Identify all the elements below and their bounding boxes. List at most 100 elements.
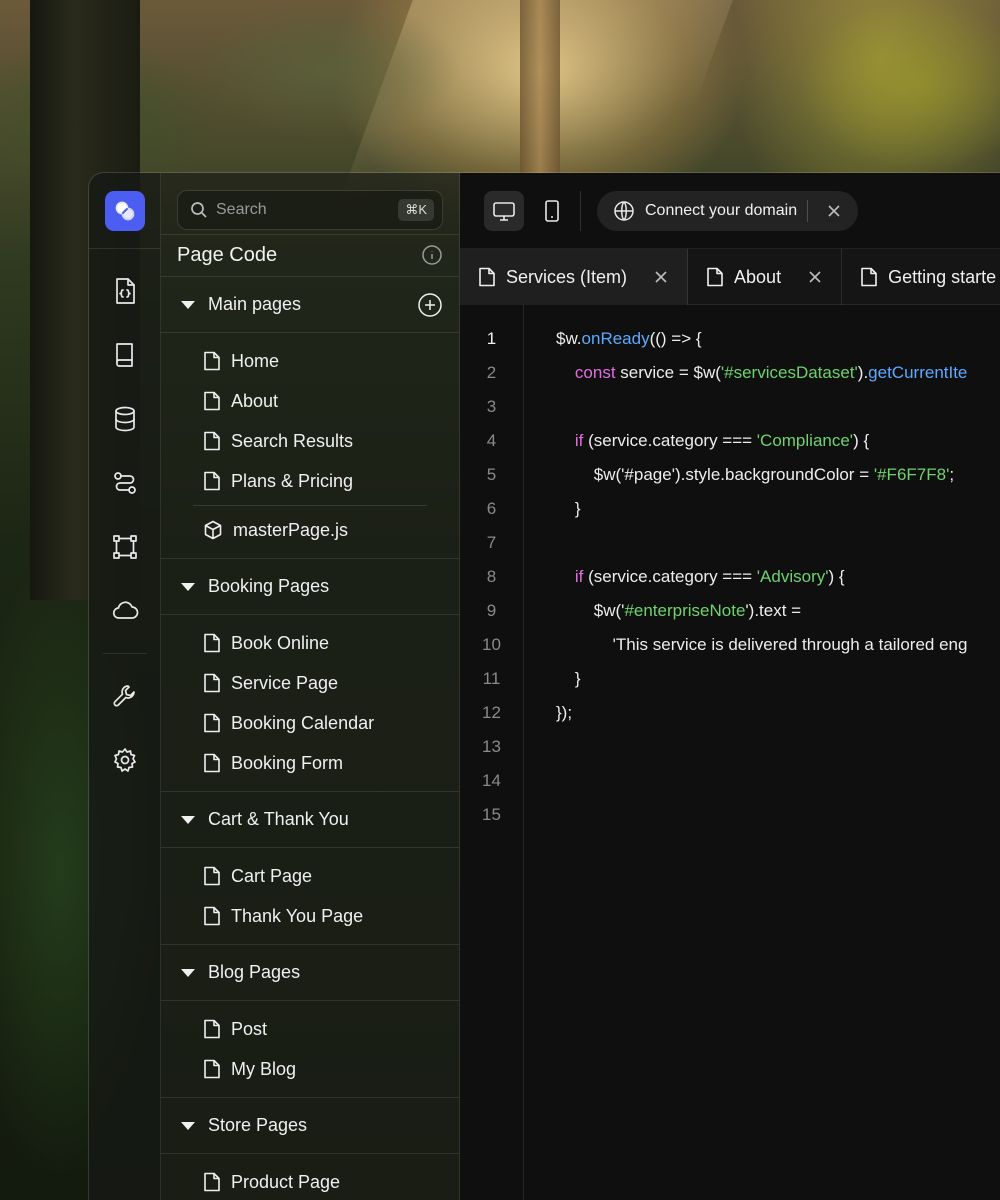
pill-divider bbox=[807, 199, 809, 222]
database-button[interactable] bbox=[103, 397, 147, 441]
page-icon bbox=[479, 267, 495, 287]
page-icon bbox=[204, 673, 220, 693]
editor-tabs: Services (Item) About Getting starte bbox=[460, 249, 1000, 305]
page-item-label: Booking Form bbox=[231, 752, 344, 773]
page-code-button[interactable] bbox=[103, 269, 147, 313]
page-item[interactable]: Cart Page bbox=[161, 856, 459, 896]
selection-button[interactable] bbox=[103, 525, 147, 569]
page-icon bbox=[204, 471, 220, 491]
page-item-label: Search Results bbox=[231, 430, 354, 451]
page-icon bbox=[204, 713, 220, 733]
group-header[interactable]: Store Pages bbox=[161, 1098, 459, 1154]
app-logo[interactable] bbox=[104, 190, 145, 231]
item-divider bbox=[193, 505, 427, 506]
rail-nav bbox=[102, 249, 147, 802]
page-item-label: Post bbox=[231, 1018, 268, 1039]
connect-domain-link[interactable]: Connect your domain bbox=[645, 202, 797, 220]
tools-button[interactable] bbox=[103, 674, 147, 718]
search-input[interactable]: Search ⌘K bbox=[177, 190, 443, 230]
settings-button[interactable] bbox=[103, 738, 147, 782]
page-item[interactable]: Service Page bbox=[161, 663, 459, 703]
page-item-label: My Blog bbox=[231, 1058, 297, 1079]
page-item-label: Book Online bbox=[231, 632, 330, 653]
line-number: 7 bbox=[486, 533, 497, 552]
app-window: Search ⌘K Page Code Main pages Home About S… bbox=[88, 172, 1000, 1200]
tree-trunk bbox=[520, 0, 560, 175]
caret-down-icon bbox=[181, 582, 195, 591]
group-items: Book Online Service Page Booking Calendar B… bbox=[161, 615, 459, 792]
close-icon bbox=[809, 271, 821, 283]
foliage bbox=[200, 0, 460, 140]
code-line: } bbox=[556, 662, 1000, 696]
page-item-label: Booking Calendar bbox=[231, 712, 375, 733]
group-header[interactable]: Blog Pages bbox=[161, 945, 459, 1001]
group-items: Post My Blog bbox=[161, 1001, 459, 1098]
code-token: }); bbox=[556, 703, 573, 722]
code-content[interactable]: $w.onReady(() => { const service = $w('#… bbox=[524, 305, 1000, 1200]
search-icon bbox=[190, 201, 208, 219]
mobile-view-button[interactable] bbox=[532, 191, 572, 231]
page-icon bbox=[204, 633, 220, 653]
line-number: 15 bbox=[482, 805, 501, 824]
group-header[interactable]: Booking Pages bbox=[161, 559, 459, 615]
code-line: $w.onReady(() => { bbox=[556, 322, 1000, 356]
connect-domain-pill: Connect your domain bbox=[597, 190, 859, 231]
page-item[interactable]: Booking Calendar bbox=[161, 703, 459, 743]
code-token: } bbox=[556, 669, 581, 688]
flow-icon bbox=[113, 472, 136, 494]
docs-button[interactable] bbox=[103, 333, 147, 377]
page-icon bbox=[204, 1172, 220, 1192]
page-item[interactable]: Home bbox=[161, 341, 459, 381]
code-area[interactable]: 1 2 3 4 5 6 7 8 9 10 11 12 13 14 15 $w.onReady(() => {… bbox=[460, 305, 1000, 1200]
code-token: $w(' bbox=[556, 601, 625, 620]
page-item[interactable]: Booking Form bbox=[161, 743, 459, 783]
desktop-view-button[interactable] bbox=[484, 190, 524, 231]
automations-button[interactable] bbox=[103, 461, 147, 505]
info-icon[interactable] bbox=[421, 244, 443, 266]
cube-icon bbox=[204, 520, 222, 540]
mobile-icon bbox=[545, 199, 559, 222]
group-header[interactable]: Main pages bbox=[161, 277, 459, 333]
page-item[interactable]: About bbox=[161, 381, 459, 421]
logo-icon bbox=[115, 201, 134, 220]
code-token: 'This service is delivered through a tai… bbox=[556, 635, 968, 654]
page-item[interactable]: Post bbox=[161, 1009, 459, 1049]
caret-down-icon bbox=[181, 300, 195, 309]
close-tab-button[interactable] bbox=[653, 269, 669, 285]
line-number: 14 bbox=[482, 771, 501, 790]
code-token: 'Advisory' bbox=[756, 567, 829, 586]
editor-toolbar: Connect your domain bbox=[460, 173, 1000, 249]
close-tab-button[interactable] bbox=[807, 269, 823, 285]
line-number: 13 bbox=[482, 737, 501, 756]
page-item-label: Plans & Pricing bbox=[231, 470, 354, 491]
code-token: ; bbox=[949, 465, 955, 484]
page-item[interactable]: Book Online bbox=[161, 623, 459, 663]
dismiss-domain-button[interactable] bbox=[826, 203, 842, 219]
group-header[interactable]: Cart & Thank You bbox=[161, 792, 459, 848]
page-item[interactable]: Thank You Page bbox=[161, 896, 459, 936]
caret-down-icon bbox=[181, 815, 195, 824]
toolbar-divider bbox=[580, 190, 581, 231]
page-item[interactable]: My Blog bbox=[161, 1049, 459, 1089]
page-item[interactable]: Product Page bbox=[161, 1162, 459, 1200]
line-number: 5 bbox=[486, 465, 497, 484]
add-page-button[interactable] bbox=[417, 292, 443, 318]
tab-label: Services (Item) bbox=[506, 266, 628, 287]
group-label: Main pages bbox=[208, 294, 302, 314]
editor-tab[interactable]: About bbox=[688, 249, 843, 305]
editor-tab[interactable]: Getting starte bbox=[842, 249, 1000, 305]
editor-tab[interactable]: Services (Item) bbox=[460, 249, 689, 305]
group-items: Home About Search Results Plans & Pricing ma… bbox=[161, 333, 459, 559]
code-token: onReady bbox=[581, 329, 650, 348]
page-item[interactable]: Plans & Pricing bbox=[161, 461, 459, 501]
page-icon bbox=[204, 391, 220, 411]
master-page-item[interactable]: masterPage.js bbox=[161, 510, 459, 550]
cloud-button[interactable] bbox=[103, 589, 147, 633]
page-item[interactable]: Search Results bbox=[161, 421, 459, 461]
page-icon bbox=[204, 1059, 220, 1079]
